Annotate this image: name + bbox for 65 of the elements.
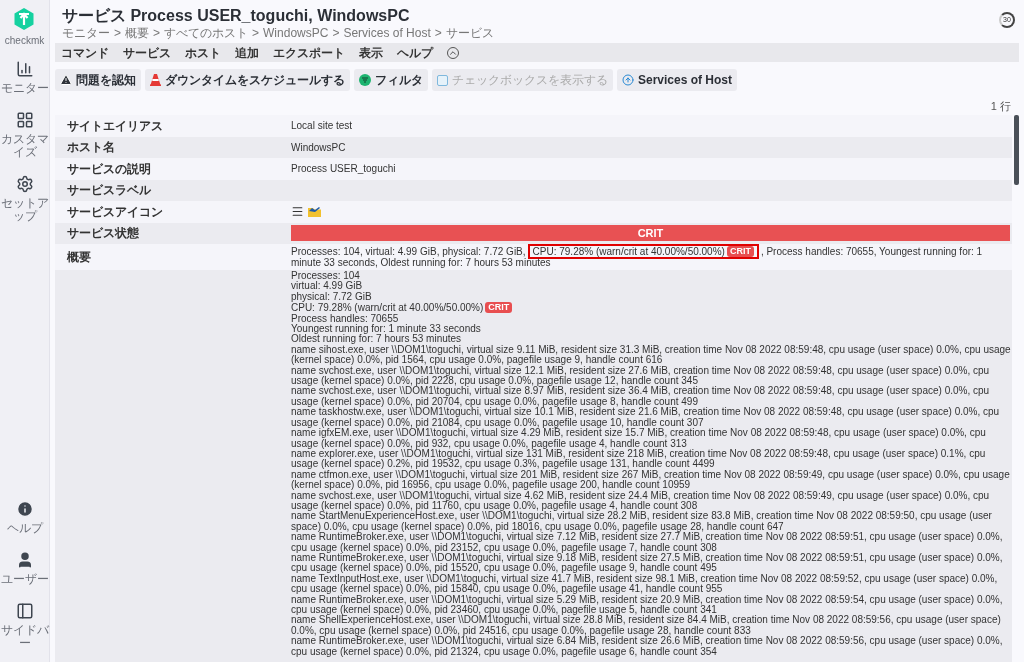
property-label: ホスト名 [66, 139, 116, 157]
breadcrumb-link[interactable]: モニター [62, 26, 110, 40]
toolbar-button[interactable]: フィルタ [354, 69, 428, 91]
warning-icon [60, 74, 72, 86]
menu-item[interactable]: ホスト [185, 43, 221, 62]
property-label: サービスの説明 [66, 160, 152, 178]
folder-icon[interactable] [308, 206, 321, 218]
breadcrumb-link[interactable]: 概要 [125, 26, 149, 40]
toolbar-button[interactable]: ダウンタイムをスケジュールする [145, 69, 350, 91]
info-icon [15, 500, 34, 518]
property-label: サービスラベル [66, 182, 152, 200]
property-value: Process USER_toguchi [291, 163, 396, 175]
bar-chart-icon [15, 60, 34, 78]
summary-text: Processes: 104, virtual: 4.99 GiB, physical: 7.72 GiB, CPU: 79.28% (warn/crit at 40.00%/50.00%) CRIT , Process handles: 70655, Youngest running for: 1 minute 33 seconds, Oldest running for: 7 hours 53 minutes [291, 246, 984, 268]
sidebar-label: カスタマイズ [0, 133, 49, 159]
detail-line: Process handles: 70655 [291, 313, 400, 324]
breadcrumb-separator: > [332, 26, 340, 40]
filter-icon [359, 74, 371, 86]
breadcrumb-link[interactable]: サービス [445, 26, 494, 40]
sidebar-label: サイドバー [0, 624, 49, 650]
sidebar-label: モニター [0, 82, 49, 95]
sidebar-label: ユーザー [0, 573, 49, 586]
menu-item[interactable]: ヘルプ [397, 43, 433, 62]
traffic-cone-icon [150, 74, 161, 86]
detail-line: physical: 7.72 GiB [291, 291, 373, 303]
detail-line: name RuntimeBroker.exe, user \\DOM1\toguchi, virtual size 6.84 MiB, resident size 26.6 MiB, creation time Nov 08 2022 08:59:56, cpu usage (user space) 0.0%, cpu usage (kernel space) 0.0%, pid 21324, cpu usage 0.0%, pagefile usage 6, handle count 354 [291, 636, 1004, 658]
property-value: Local site test [291, 120, 353, 132]
menu-item[interactable]: サービス [123, 43, 171, 62]
sidebar-label: セットアップ [0, 197, 49, 223]
property-label: サービスアイコン [66, 203, 164, 221]
detail-line: Processes: 104 [291, 271, 361, 281]
grid-icon [15, 111, 34, 129]
property-label: サービス状態 [66, 225, 140, 243]
sidebar-label: ヘルプ [5, 522, 45, 535]
crit-badge: CRIT [485, 302, 513, 314]
checkbox-icon [437, 74, 448, 86]
logo-text: checkmk [4, 34, 45, 48]
detail-line: CPU: 79.28% (warn/crit at 40.00%/50.00%) CRIT [291, 302, 1012, 314]
breadcrumb-link[interactable]: Services of Host [343, 26, 431, 40]
property-label: サイトエイリアス [66, 117, 164, 135]
detail-line: Youngest running for: 1 minute 33 seconds [291, 324, 482, 335]
detail-line: Oldest running for: 7 hours 53 minutes [291, 334, 462, 345]
breadcrumb-separator: > [114, 26, 121, 40]
breadcrumb-link[interactable]: すべてのホスト [164, 26, 249, 40]
menu-item[interactable]: コマンド [61, 43, 109, 62]
toolbar-button[interactable]: 問題を認知 [55, 69, 141, 91]
settings-icon [15, 175, 34, 193]
page-title: サービス Process USER_toguchi, WindowsPC [62, 6, 411, 26]
detail-line: virtual: 4.99 GiB [291, 281, 364, 292]
menu-icon[interactable] [291, 205, 304, 219]
toolbar-button[interactable]: Services of Host [617, 69, 738, 91]
breadcrumb-separator: > [153, 26, 161, 40]
menu-item[interactable]: 表示 [359, 43, 383, 62]
row-count: 1 行 [990, 100, 1011, 112]
menu-item[interactable]: 追加 [235, 43, 259, 62]
breadcrumb-separator: > [434, 26, 442, 40]
property-label: 概要 [66, 249, 92, 266]
highlight-box: CPU: 79.28% (warn/crit at 40.00%/50.00%) CRIT [527, 244, 759, 259]
breadcrumb-separator: > [252, 26, 260, 40]
breadcrumb-link[interactable]: WindowsPC [263, 26, 329, 40]
menu-item[interactable]: エクスポート [273, 43, 345, 62]
crit-badge: CRIT [726, 246, 754, 257]
state-bar: CRIT [291, 225, 1010, 242]
panel-icon [15, 602, 34, 620]
property-value: WindowsPC [291, 141, 346, 153]
